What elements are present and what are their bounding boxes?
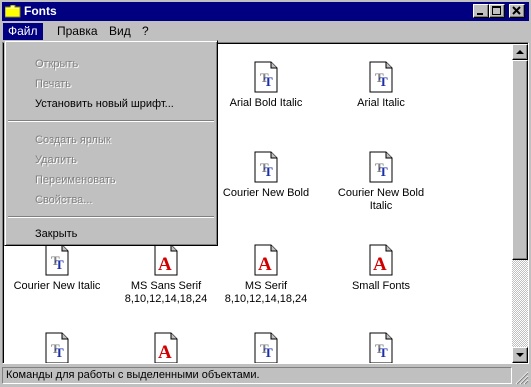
menu-separator (8, 120, 214, 122)
font-item[interactable]: A Small Fonts (326, 244, 436, 293)
font-label: MS Sans Serif 8,10,12,14,18,24 (124, 280, 208, 305)
folder-icon (5, 5, 21, 18)
raster-font-icon: A (154, 332, 178, 363)
arrow-down-icon (516, 353, 524, 357)
raster-font-icon: A (254, 244, 278, 276)
svg-text:A: A (258, 254, 272, 275)
menu-item-install-font[interactable]: Установить новый шрифт... (35, 95, 174, 113)
menu-item-rename[interactable]: Переименовать (35, 171, 116, 189)
font-item[interactable]: A MS Serif 8,10,12,14,18,24 (211, 244, 321, 306)
truetype-font-icon: T T (254, 332, 278, 363)
font-item[interactable]: T T (211, 332, 321, 363)
menu-item-delete[interactable]: Удалить (35, 151, 77, 169)
font-label: Courier New Bold (222, 187, 310, 199)
svg-text:T: T (264, 164, 273, 179)
menu-view[interactable]: Вид (104, 23, 136, 40)
arrow-up-icon (516, 50, 524, 54)
truetype-font-icon: T T (369, 151, 393, 183)
font-label: Arial Italic (357, 97, 405, 109)
close-button[interactable] (509, 4, 525, 18)
truetype-font-icon: T T (254, 61, 278, 93)
font-label: Courier New Italic (13, 280, 101, 292)
svg-text:T: T (55, 345, 64, 360)
scroll-thumb[interactable] (512, 60, 528, 260)
svg-text:A: A (373, 254, 387, 275)
svg-text:T: T (55, 257, 64, 272)
svg-text:T: T (264, 345, 273, 360)
scroll-down-button[interactable] (512, 347, 528, 363)
font-item[interactable]: A MS Sans Serif 8,10,12,14,18,24 (111, 244, 221, 306)
menu-item-open[interactable]: Открыть (35, 55, 78, 73)
status-text: Команды для работы с выделенными объекта… (2, 367, 512, 384)
window-title: Fonts (24, 4, 57, 18)
font-item[interactable]: T T Arial Italic (326, 61, 436, 110)
menu-help[interactable]: ? (137, 23, 154, 40)
raster-font-icon: A (154, 244, 178, 276)
font-label: Small Fonts (351, 280, 411, 292)
menu-item-properties[interactable]: Свойства... (35, 191, 92, 209)
font-label: Courier New Bold Italic (337, 187, 425, 212)
vertical-scrollbar[interactable] (512, 44, 528, 363)
scroll-up-button[interactable] (512, 44, 528, 60)
truetype-font-icon: T T (369, 61, 393, 93)
menu-file[interactable]: Файл (3, 23, 43, 40)
font-item[interactable]: T T Courier New Bold (211, 151, 321, 200)
font-label: Arial Bold Italic (229, 97, 303, 109)
menu-item-create-shortcut[interactable]: Создать ярлык (35, 131, 111, 149)
font-label: MS Serif 8,10,12,14,18,24 (224, 280, 308, 305)
maximize-icon (492, 6, 501, 15)
menu-bar: Файл Правка Вид ? (2, 22, 529, 41)
raster-font-icon: A (369, 244, 393, 276)
maximize-button[interactable] (489, 4, 505, 18)
font-item[interactable]: T T Courier New Bold Italic (326, 151, 436, 213)
svg-text:A: A (158, 342, 172, 363)
font-item[interactable]: A (111, 332, 221, 363)
font-item[interactable]: T T (326, 332, 436, 363)
font-item[interactable]: T T Arial Bold Italic (211, 61, 321, 110)
font-item[interactable]: T T Courier New Italic (4, 244, 112, 293)
truetype-font-icon: T T (45, 244, 69, 276)
minimize-icon (477, 13, 483, 15)
status-bar: Команды для работы с выделенными объекта… (2, 366, 529, 385)
resize-grip-icon[interactable] (515, 371, 529, 385)
fonts-window: Fonts Файл Правка Вид ? T T Arial Bold I… (0, 0, 531, 387)
title-bar[interactable]: Fonts (2, 2, 529, 21)
svg-text:T: T (264, 74, 273, 89)
file-menu-dropdown: Открыть Печать Установить новый шрифт...… (4, 40, 218, 246)
svg-text:T: T (379, 345, 388, 360)
menu-separator (8, 216, 214, 218)
truetype-font-icon: T T (369, 332, 393, 363)
close-icon (512, 6, 521, 15)
svg-text:A: A (158, 254, 172, 275)
font-item[interactable]: T T (4, 332, 112, 363)
menu-edit[interactable]: Правка (52, 23, 103, 40)
menu-item-print[interactable]: Печать (35, 75, 71, 93)
svg-text:T: T (379, 164, 388, 179)
svg-text:T: T (379, 74, 388, 89)
truetype-font-icon: T T (45, 332, 69, 363)
minimize-button[interactable] (473, 4, 489, 18)
truetype-font-icon: T T (254, 151, 278, 183)
menu-item-close[interactable]: Закрыть (35, 225, 77, 243)
